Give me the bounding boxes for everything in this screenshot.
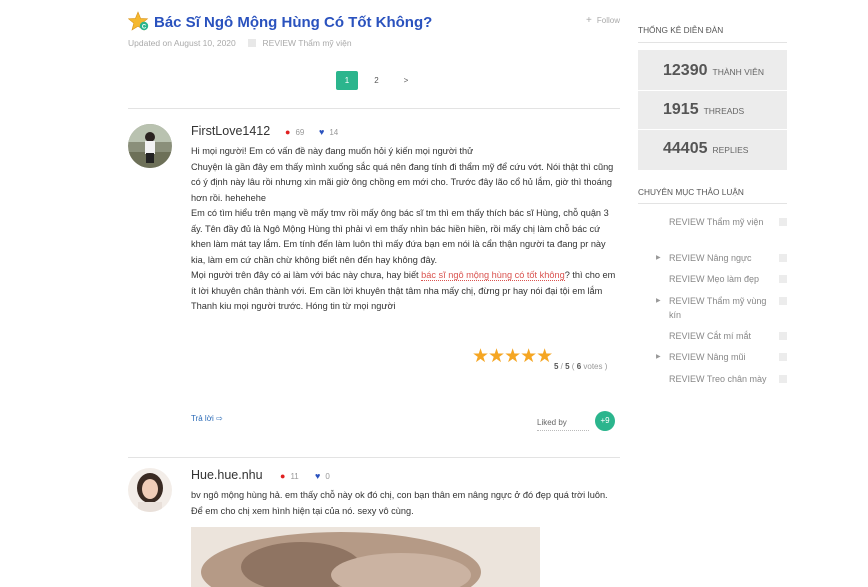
category-item[interactable]: REVIEW Thẩm mỹ vùng kín — [669, 294, 769, 322]
like-count-value: 14 — [329, 128, 339, 137]
like-count: ♥ 14 — [319, 127, 338, 137]
heart-icon: ♥ — [315, 471, 321, 481]
comment-count-value: 69 — [295, 128, 305, 137]
avatar-photo — [128, 468, 172, 512]
divider — [638, 203, 787, 204]
category-item[interactable]: REVIEW Nâng ngực — [669, 251, 769, 265]
plus-icon: + — [586, 15, 592, 26]
threads-count: 1915 — [663, 101, 699, 118]
post-paragraph: Thanh kiu mọi người trước. Hóng tin từ m… — [191, 301, 396, 311]
featured-star-icon: C — [128, 11, 149, 31]
replies-label: REPLIES — [712, 145, 749, 155]
pagination: 1 2 > — [336, 70, 420, 90]
category-toggle-icon[interactable] — [779, 297, 787, 305]
avatar[interactable] — [128, 468, 172, 512]
updated-date: Updated on August 10, 2020 — [128, 38, 236, 48]
post-paragraph: Mọi người trên đây có ai làm với bác này… — [191, 268, 619, 299]
category-item[interactable]: REVIEW Treo chân mày — [669, 372, 769, 386]
members-stat: 12390 THÀNH VIÊN — [663, 62, 764, 80]
threads-stat: 1915 THREADS — [663, 101, 744, 119]
post-body: bv ngô mộng hùng hả. em thấy chỗ này ok … — [191, 488, 619, 519]
comment-count-value: 11 — [290, 472, 299, 481]
keyword-link[interactable]: bác sĩ ngô mộng hùng có tốt không — [421, 270, 565, 281]
follow-label: Follow — [596, 16, 620, 25]
divider — [638, 129, 787, 130]
reply-icon: ⇨ — [215, 414, 223, 423]
rating-max: 5 — [565, 362, 570, 371]
members-count: 12390 — [663, 62, 708, 79]
post-paragraph: bv ngô mộng hùng hả. em thấy chỗ này ok … — [191, 490, 608, 516]
category-toggle-icon[interactable] — [779, 275, 787, 283]
category-toggle-icon[interactable] — [779, 254, 787, 262]
comment-count: ● 11 — [280, 471, 299, 481]
svg-text:C: C — [142, 24, 147, 30]
category-item[interactable]: REVIEW Cắt mí mắt — [669, 329, 769, 343]
replies-count: 44405 — [663, 140, 708, 157]
category-item[interactable]: REVIEW Nâng mũi — [669, 350, 769, 364]
username[interactable]: Hue.hue.nhu — [191, 468, 263, 482]
topic-header: C Bác Sĩ Ngô Mộng Hùng Có Tốt Không? + Fo… — [128, 11, 620, 33]
post-photo — [191, 527, 540, 587]
liked-by-count[interactable]: +9 — [595, 411, 615, 431]
caret-right-icon[interactable]: ▶ — [656, 254, 661, 261]
page-2-button[interactable]: 2 — [365, 71, 387, 90]
rating-summary: 5 / 5 ( 6 votes ) — [554, 362, 608, 371]
category-item[interactable]: REVIEW Thẩm mỹ viện — [669, 215, 769, 229]
rating-votes: 6 — [576, 362, 582, 371]
category-icon — [248, 39, 257, 47]
replies-stat: 44405 REPLIES — [663, 140, 748, 158]
caret-right-icon[interactable]: ▶ — [656, 297, 661, 304]
category-toggle-icon[interactable] — [779, 375, 787, 383]
page-1-button[interactable]: 1 — [336, 71, 358, 90]
caret-right-icon[interactable]: ▶ — [656, 353, 661, 360]
category-toggle-icon[interactable] — [779, 218, 787, 226]
comment-icon: ● — [280, 471, 286, 481]
like-count: ♥ 0 — [315, 471, 330, 481]
post-paragraph: Em có tìm hiểu trên mạng về mấy tmv rồi … — [191, 208, 609, 265]
star-rating[interactable]: ★★★★★ — [472, 345, 553, 368]
post-paragraph: Chuyện là gần đây em thấy mình xuống sắc… — [191, 161, 614, 203]
comment-icon: ● — [285, 127, 291, 137]
rating-score: 5 — [554, 362, 559, 371]
post-body: Hi mọi người! Em có vấn đề này đang muốn… — [191, 144, 619, 315]
category-toggle-icon[interactable] — [779, 332, 787, 340]
divider — [128, 108, 620, 109]
divider — [638, 90, 787, 91]
members-label: THÀNH VIÊN — [712, 67, 764, 77]
divider — [128, 457, 620, 458]
topic-meta: Updated on August 10, 2020 REVIEW Thẩm m… — [128, 38, 352, 48]
post-paragraph: Hi mọi người! Em có vấn đề này đang muốn… — [191, 146, 474, 156]
username[interactable]: FirstLove1412 — [191, 124, 270, 138]
votes-label: votes — [583, 362, 603, 371]
category-toggle-icon[interactable] — [779, 353, 787, 361]
topic-category-link[interactable]: REVIEW Thẩm mỹ viện — [263, 38, 352, 48]
heart-icon: ♥ — [319, 127, 325, 137]
threads-label: THREADS — [703, 106, 745, 116]
reply-button[interactable]: Trả lời ⇨ — [191, 414, 223, 423]
categories-title: CHUYÊN MỤC THẢO LUẬN — [638, 187, 744, 197]
follow-button[interactable]: + Follow — [586, 15, 620, 26]
post-text: Mọi người trên đây có ai làm với bác này… — [191, 270, 422, 280]
post-image[interactable] — [191, 527, 540, 587]
next-page-button[interactable]: > — [395, 71, 417, 90]
liked-by-label: Liked by — [537, 418, 567, 427]
category-item[interactable]: REVIEW Mẹo làm đẹp — [669, 272, 769, 286]
avatar[interactable] — [128, 124, 172, 168]
stats-title: THỐNG KÊ DIỄN ĐÀN — [638, 25, 724, 35]
divider — [638, 42, 787, 43]
like-count-value: 0 — [325, 472, 330, 481]
avatar-photo — [128, 124, 172, 168]
topic-title[interactable]: Bác Sĩ Ngô Mộng Hùng Có Tốt Không? — [154, 14, 432, 31]
rating-stars-icon[interactable]: ★★★★★ — [472, 346, 553, 367]
forum-stats: 12390 THÀNH VIÊN 1915 THREADS 44405 REPLIES — [638, 50, 787, 170]
comment-count: ● 69 — [285, 127, 304, 137]
reply-label: Trả lời — [191, 414, 214, 423]
liked-by-underline — [537, 430, 589, 431]
